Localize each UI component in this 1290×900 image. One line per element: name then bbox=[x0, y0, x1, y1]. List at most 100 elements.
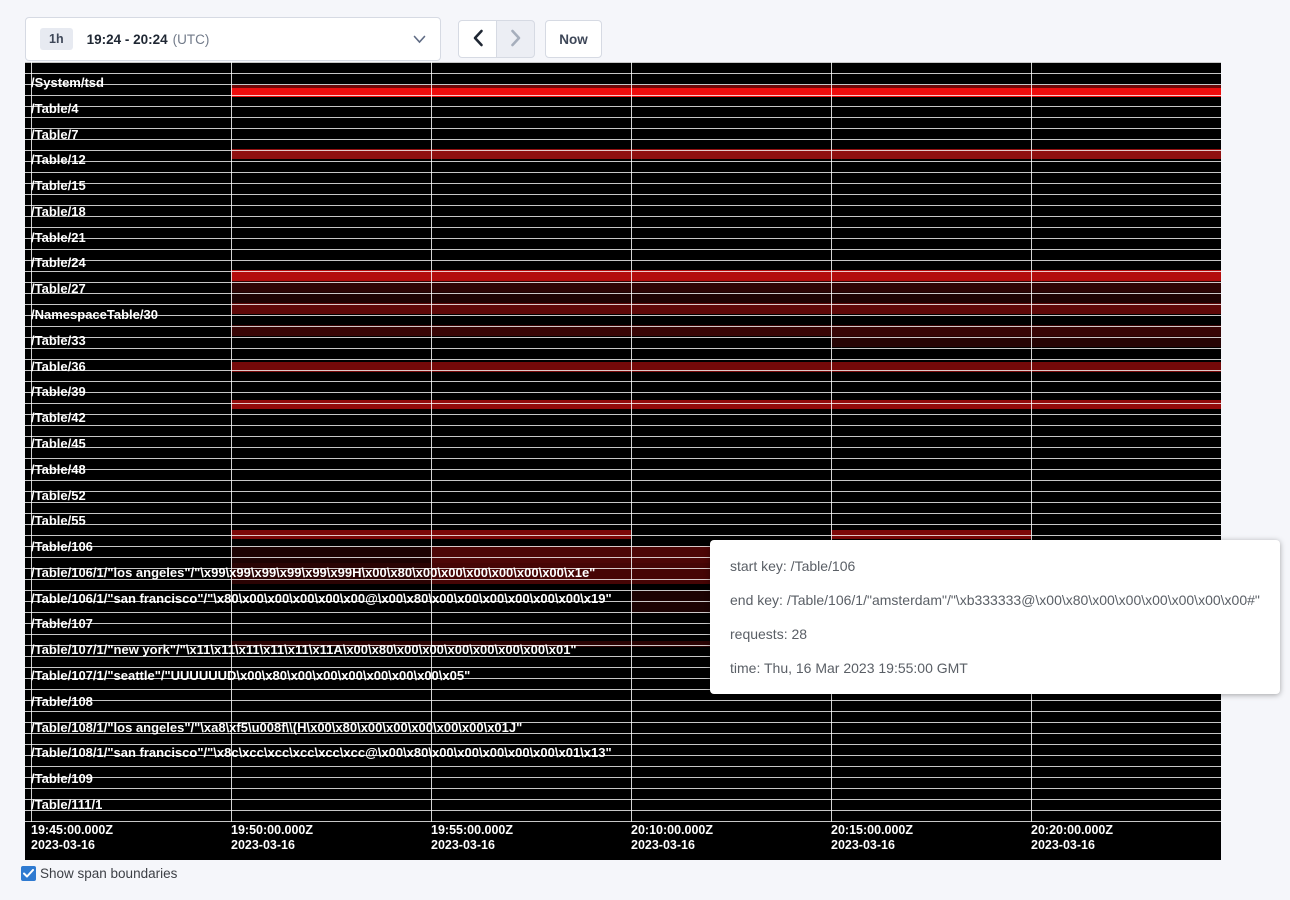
axis-tick-time: 19:50:00.000Z bbox=[231, 823, 313, 838]
row-label: /Table/24 bbox=[31, 256, 86, 270]
time-nav-group bbox=[458, 20, 535, 58]
now-button[interactable]: Now bbox=[545, 20, 602, 58]
span-boundary-line bbox=[25, 821, 1221, 822]
span-boundary-line bbox=[25, 73, 1221, 74]
span-boundary-line bbox=[25, 62, 1221, 63]
row-label: /Table/106 bbox=[31, 540, 93, 554]
tooltip-end-key: end key: /Table/106/1/"amsterdam"/"\xb33… bbox=[730, 583, 1260, 617]
previous-interval-button[interactable] bbox=[458, 20, 497, 58]
span-boundary-line bbox=[25, 403, 1221, 404]
next-interval-button[interactable] bbox=[496, 20, 535, 58]
time-bucket-line bbox=[231, 62, 232, 822]
span-boundary-line bbox=[25, 326, 1221, 327]
span-boundary-line bbox=[25, 799, 1221, 800]
row-label: /Table/18 bbox=[31, 205, 86, 219]
row-label: /Table/15 bbox=[31, 179, 86, 193]
row-label: /Table/27 bbox=[31, 282, 86, 296]
row-label: /Table/36 bbox=[31, 360, 86, 374]
span-boundary-line bbox=[25, 205, 1221, 206]
show-span-boundaries-checkbox[interactable] bbox=[21, 866, 36, 881]
axis-tick-time: 20:15:00.000Z bbox=[831, 823, 913, 838]
axis-tick-date: 2023-03-16 bbox=[431, 838, 513, 853]
span-boundary-line bbox=[25, 216, 1221, 217]
row-label: /Table/106/1/"los angeles"/"\x99\x99\x99… bbox=[31, 566, 595, 580]
span-boundary-line bbox=[25, 183, 1221, 184]
span-boundary-line bbox=[25, 711, 1221, 712]
row-label: /Table/108/1/"san francisco"/"\x8c\xcc\x… bbox=[31, 746, 612, 760]
check-icon bbox=[23, 865, 34, 883]
axis-tick-time: 20:20:00.000Z bbox=[1031, 823, 1113, 838]
axis-tick-date: 2023-03-16 bbox=[1031, 838, 1113, 853]
row-label: /Table/21 bbox=[31, 231, 86, 245]
row-label: /Table/55 bbox=[31, 514, 86, 528]
time-bucket-line bbox=[831, 62, 832, 822]
row-label: /Table/12 bbox=[31, 153, 86, 167]
axis-tick-date: 2023-03-16 bbox=[31, 838, 113, 853]
span-boundary-line bbox=[25, 172, 1221, 173]
row-label: /Table/107/1/"new york"/"\x11\x11\x11\x1… bbox=[31, 643, 577, 657]
span-boundary-line bbox=[25, 524, 1221, 525]
row-label: /Table/111/1 bbox=[31, 798, 102, 812]
axis-tick-label: 20:15:00.000Z2023-03-16 bbox=[831, 823, 913, 853]
span-boundary-line bbox=[25, 227, 1221, 228]
span-boundary-line bbox=[25, 535, 1221, 536]
span-boundary-line bbox=[25, 249, 1221, 250]
span-boundary-line bbox=[25, 304, 1221, 305]
row-label: /Table/39 bbox=[31, 385, 86, 399]
span-boundary-line bbox=[25, 194, 1221, 195]
row-label: /NamespaceTable/30 bbox=[31, 308, 158, 322]
span-boundary-line bbox=[25, 139, 1221, 140]
span-boundary-line bbox=[25, 502, 1221, 503]
row-label: /Table/42 bbox=[31, 411, 86, 425]
span-boundary-line bbox=[25, 337, 1221, 338]
row-label: /Table/33 bbox=[31, 334, 86, 348]
duration-badge: 1h bbox=[40, 28, 73, 50]
row-label: /Table/109 bbox=[31, 772, 93, 786]
row-label: /Table/7 bbox=[31, 128, 78, 142]
axis-tick-date: 2023-03-16 bbox=[231, 838, 313, 853]
time-range-select[interactable]: 1h 19:24 - 20:24 (UTC) bbox=[25, 17, 441, 61]
tooltip-start-key: start key: /Table/106 bbox=[730, 549, 1260, 583]
span-boundary-line bbox=[25, 359, 1221, 360]
heat-bar[interactable] bbox=[231, 546, 431, 563]
row-label: /Table/106/1/"san francisco"/"\x80\x00\x… bbox=[31, 592, 612, 606]
span-boundary-line bbox=[25, 84, 1221, 85]
span-boundary-line bbox=[25, 414, 1221, 415]
span-boundary-line bbox=[25, 381, 1221, 382]
span-boundary-line bbox=[25, 238, 1221, 239]
span-boundary-line bbox=[25, 293, 1221, 294]
span-boundary-line bbox=[25, 447, 1221, 448]
span-boundary-line bbox=[25, 106, 1221, 107]
span-boundary-line bbox=[25, 392, 1221, 393]
span-boundary-line bbox=[25, 370, 1221, 371]
tooltip-time: time: Thu, 16 Mar 2023 19:55:00 GMT bbox=[730, 651, 1260, 685]
span-boundary-line bbox=[25, 95, 1221, 96]
axis-tick-date: 2023-03-16 bbox=[631, 838, 713, 853]
row-label: /Table/48 bbox=[31, 463, 86, 477]
span-boundary-line bbox=[25, 271, 1221, 272]
axis-tick-label: 19:50:00.000Z2023-03-16 bbox=[231, 823, 313, 853]
time-bucket-line bbox=[431, 62, 432, 822]
chevron-down-icon bbox=[413, 35, 426, 44]
chevron-left-icon bbox=[471, 29, 485, 50]
heat-bar[interactable] bbox=[231, 400, 1221, 409]
span-boundary-line bbox=[25, 810, 1221, 811]
span-boundary-line bbox=[25, 128, 1221, 129]
heatmap-canvas[interactable]: /System/tsd/Table/4/Table/7/Table/12/Tab… bbox=[25, 62, 1221, 860]
time-bucket-line bbox=[631, 62, 632, 822]
chevron-right-icon bbox=[509, 29, 523, 50]
row-label: /Table/4 bbox=[31, 102, 78, 116]
time-bucket-line bbox=[1031, 62, 1032, 822]
axis-tick-label: 20:10:00.000Z2023-03-16 bbox=[631, 823, 713, 853]
span-boundary-line bbox=[25, 766, 1221, 767]
axis-tick-label: 20:20:00.000Z2023-03-16 bbox=[1031, 823, 1113, 853]
span-boundary-line bbox=[25, 491, 1221, 492]
span-boundary-line bbox=[25, 513, 1221, 514]
row-label: /Table/45 bbox=[31, 437, 86, 451]
row-label: /System/tsd bbox=[31, 76, 104, 90]
row-label: /Table/107 bbox=[31, 617, 93, 631]
span-boundary-line bbox=[25, 436, 1221, 437]
span-boundary-line bbox=[25, 315, 1221, 316]
row-label: /Table/108/1/"los angeles"/"\xa8\xf5\u00… bbox=[31, 721, 522, 735]
span-boundary-line bbox=[25, 260, 1221, 261]
